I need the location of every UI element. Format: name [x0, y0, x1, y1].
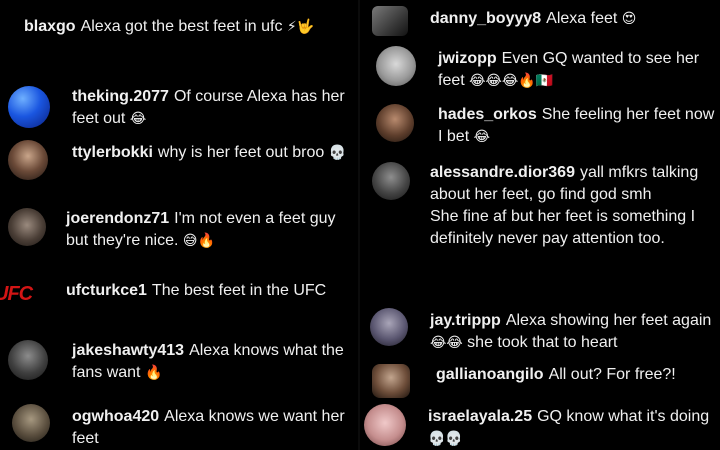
comment-username[interactable]: gallianoangilo — [436, 366, 544, 383]
comment-hades-orkos: hades_orkos She feeling her feet now I be… — [438, 104, 718, 148]
comment-joerendonz71: joerendonz71 I'm not even a feet guy but … — [66, 208, 356, 252]
comment-text: Alexa got the best feet in ufc — [80, 18, 283, 35]
comment-username[interactable]: ttylerbokki — [72, 144, 153, 161]
comment-emoji: 😂 — [129, 111, 147, 127]
comment-text-continued: She fine af but her feet is something I … — [430, 208, 696, 247]
comment-text: GQ know what it's doing — [537, 408, 710, 425]
ufc-logo-avatar[interactable]: UFC — [0, 283, 42, 309]
comment-emoji: 🔥 — [144, 365, 163, 381]
comment-emoji: 😅🔥 — [182, 233, 215, 249]
avatar-person[interactable] — [8, 208, 46, 246]
comment-ogwhoa420: ogwhoa420 Alexa knows we want her feet — [72, 406, 357, 450]
comment-username[interactable]: ufcturkce1 — [66, 282, 147, 299]
comment-ufcturkce1: ufcturkce1 The best feet in the UFC — [66, 280, 356, 302]
comment-danny-boyyy8: danny_boyyy8 Alexa feet 😍 — [430, 8, 715, 30]
comment-jakeshawty413: jakeshawty413 Alexa knows what the fans w… — [72, 340, 357, 384]
avatar-person[interactable] — [372, 364, 410, 398]
comment-username[interactable]: ogwhoa420 — [72, 408, 159, 425]
comment-username[interactable]: jay.trippp — [430, 312, 501, 329]
comment-text: why is her feet out broo — [157, 144, 325, 161]
comment-emoji: 😂😂😂🔥🇲🇽 — [469, 73, 554, 89]
avatar-person[interactable] — [8, 140, 48, 180]
comment-username[interactable]: hades_orkos — [438, 106, 537, 123]
comment-username[interactable]: jakeshawty413 — [72, 342, 184, 359]
comment-jwizopp: jwizopp Even GQ wanted to see her feet 😂😂… — [438, 48, 718, 92]
comment-emoji: ⚡🤟 — [286, 19, 315, 35]
comment-emoji: 😂 — [473, 129, 490, 145]
comment-jay-trippp: jay.trippp Alexa showing her feet again 😂… — [430, 310, 715, 354]
avatar-person[interactable] — [376, 104, 414, 142]
comment-username[interactable]: alessandre.dior369 — [430, 164, 575, 181]
column-divider — [358, 0, 360, 450]
avatar-person[interactable] — [12, 404, 50, 442]
avatar-person[interactable] — [8, 340, 48, 380]
avatar-person[interactable] — [372, 6, 408, 36]
comment-emoji: 😂😂 — [430, 335, 463, 351]
comment-blaxgo: blaxgo Alexa got the best feet in ufc ⚡🤟 — [24, 16, 334, 38]
comment-emoji: 😍 — [621, 11, 637, 27]
comment-emoji: 💀 — [328, 145, 347, 161]
comment-username[interactable]: jwizopp — [438, 50, 497, 67]
avatar-person[interactable] — [376, 46, 416, 86]
comment-gallianoangilo: gallianoangilo All out? For free?! — [436, 364, 716, 386]
comment-text: The best feet in the UFC — [151, 282, 327, 299]
comment-text: All out? For free?! — [548, 366, 676, 383]
comment-ttylerbokki: ttylerbokki why is her feet out broo 💀 — [72, 142, 357, 164]
comment-text: Alexa feet — [546, 10, 618, 27]
comment-theking: theking.2077 Of course Alexa has her feet… — [72, 86, 357, 130]
avatar-blue-orb[interactable] — [8, 86, 50, 128]
comment-username[interactable]: joerendonz71 — [66, 210, 169, 227]
comment-username[interactable]: blaxgo — [24, 18, 76, 35]
avatar-person[interactable] — [364, 404, 406, 446]
avatar-person[interactable] — [370, 308, 408, 346]
comment-emoji: 💀💀 — [428, 431, 463, 447]
comment-username[interactable]: danny_boyyy8 — [430, 10, 541, 27]
comment-israelayala: israelayala.25 GQ know what it's doing 💀💀 — [428, 406, 713, 450]
comment-alessandre-dior369: alessandre.dior369 yall mfkrs talking abo… — [430, 162, 715, 250]
comment-text-after: she took that to heart — [467, 334, 618, 351]
comment-username[interactable]: israelayala.25 — [428, 408, 532, 425]
comment-username[interactable]: theking.2077 — [72, 88, 169, 105]
comment-text: Alexa showing her feet again — [505, 312, 712, 329]
avatar-person[interactable] — [372, 162, 410, 200]
